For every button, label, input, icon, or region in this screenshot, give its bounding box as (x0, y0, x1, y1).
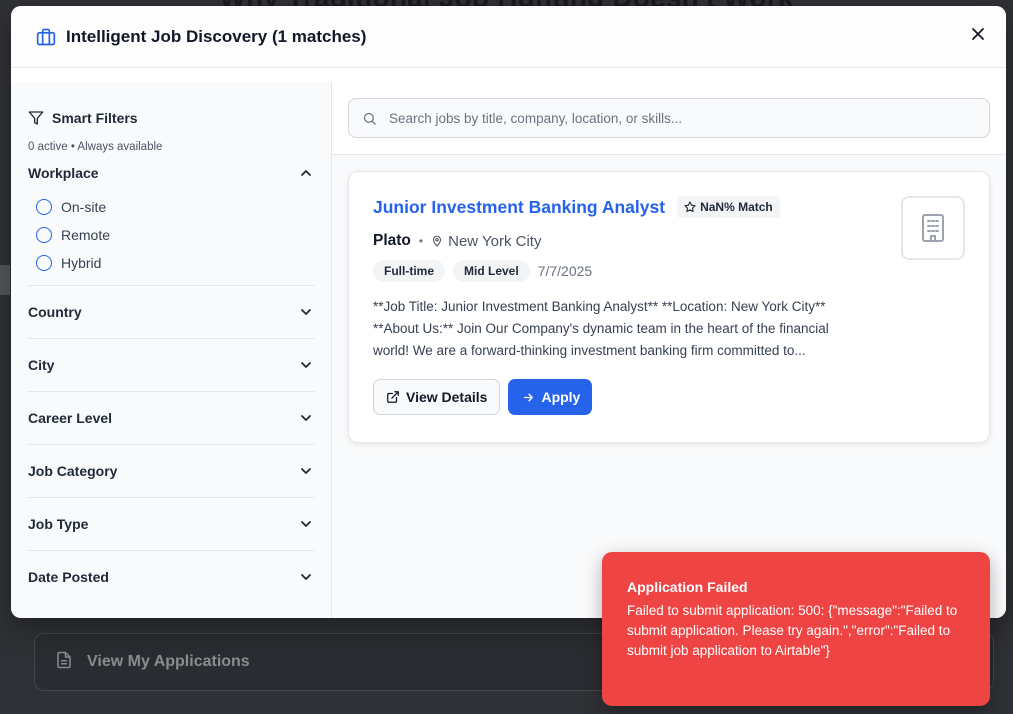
filter-section-title: Workplace (28, 165, 99, 181)
filter-section-header[interactable]: Job Type (28, 498, 315, 550)
filter-section-title: Job Category (28, 463, 118, 479)
job-description: **Job Title: Junior Investment Banking A… (373, 299, 829, 358)
job-discovery-modal: Intelligent Job Discovery (1 matches) Sm… (11, 6, 1006, 618)
filter-section-career-level: Career Level (28, 392, 315, 445)
option-label: Hybrid (61, 255, 102, 271)
filter-section-header[interactable]: Country (28, 286, 315, 338)
filters-title: Smart Filters (52, 110, 138, 126)
modal-body: Smart Filters 0 active • Always availabl… (11, 68, 1006, 618)
job-tags: Full-time Mid Level 7/7/2025 (373, 260, 965, 282)
filter-section-header[interactable]: Date Posted (28, 551, 315, 603)
radio-button[interactable] (36, 255, 52, 271)
chevron-down-icon (301, 521, 311, 527)
results-panel: Junior Investment Banking Analyst NaN% M… (332, 82, 1006, 618)
location-label: New York City (448, 232, 542, 250)
option-label: On-site (61, 199, 107, 215)
chevron-down-icon (301, 574, 311, 580)
search-input[interactable] (389, 110, 989, 126)
arrow-right-icon (524, 393, 534, 401)
toast-message: Failed to submit application: 500: {"mes… (627, 603, 958, 658)
filter-section-header[interactable]: City (28, 339, 315, 391)
toast-title: Application Failed (627, 579, 748, 595)
filters-subtitle: 0 active • Always available (28, 141, 163, 153)
job-title-link[interactable]: Junior Investment Banking Analyst (373, 197, 665, 218)
filter-section-title: City (28, 357, 55, 373)
workplace-option-remote[interactable]: Remote (36, 221, 315, 249)
chevron-down-icon (301, 362, 311, 368)
modal-title: Intelligent Job Discovery (1 matches) (66, 26, 367, 46)
filter-section-city: City (28, 339, 315, 392)
filters-sidebar: Smart Filters 0 active • Always availabl… (11, 82, 332, 618)
filter-section-title: Job Type (28, 516, 89, 532)
chevron-up-icon (301, 170, 311, 176)
chevron-down-icon (301, 415, 311, 421)
job-title-row: Junior Investment Banking Analyst NaN% M… (373, 196, 965, 218)
filter-section-header[interactable]: Workplace (28, 157, 315, 189)
search-icon (363, 112, 376, 125)
job-card: Junior Investment Banking Analyst NaN% M… (348, 171, 990, 443)
document-icon (55, 651, 73, 674)
filter-section-country: Country (28, 286, 315, 339)
chevron-down-icon (301, 468, 311, 474)
filter-section-title: Country (28, 304, 82, 320)
company-name: Plato (373, 232, 411, 249)
radio-button[interactable] (36, 199, 52, 215)
posted-date: 7/7/2025 (537, 263, 593, 279)
close-button[interactable] (968, 24, 988, 44)
workplace-options: On-site Remote Hybrid (28, 189, 315, 285)
filter-section-title: Career Level (28, 410, 113, 426)
briefcase-icon (36, 27, 56, 47)
filter-section-header[interactable]: Job Category (28, 445, 315, 497)
star-icon (684, 201, 696, 213)
job-type-tag: Full-time (373, 260, 445, 282)
close-icon (972, 28, 984, 40)
match-label: NaN% Match (700, 200, 773, 214)
filter-section-date-posted: Date Posted (28, 551, 315, 603)
error-toast: Application Failed Failed to submit appl… (602, 552, 990, 706)
filter-section-title: Date Posted (28, 569, 109, 585)
modal-header: Intelligent Job Discovery (1 matches) (11, 6, 1006, 68)
search-box (348, 98, 990, 138)
apply-button[interactable]: Apply (508, 379, 593, 415)
filter-section-workplace: Workplace On-site Remote Hybrid (28, 157, 315, 286)
view-details-label: View Details (406, 389, 488, 405)
workplace-option-hybrid[interactable]: Hybrid (36, 249, 315, 277)
job-actions: View Details Apply (373, 379, 965, 415)
radio-button[interactable] (36, 227, 52, 243)
job-location: New York City (431, 233, 541, 250)
building-icon (922, 214, 944, 242)
filter-icon (28, 111, 44, 125)
company-logo (901, 196, 965, 260)
background-edge (0, 265, 10, 295)
view-applications-label: View My Applications (87, 653, 250, 670)
apply-label: Apply (541, 389, 581, 405)
separator-dot: • (418, 234, 424, 248)
filter-section-job-type: Job Type (28, 498, 315, 551)
external-link-icon (387, 391, 399, 403)
filter-section-job-category: Job Category (28, 445, 315, 498)
job-results: Junior Investment Banking Analyst NaN% M… (332, 155, 1006, 618)
match-badge: NaN% Match (677, 196, 780, 218)
option-label: Remote (61, 227, 111, 243)
chevron-down-icon (301, 309, 311, 315)
filter-section-header[interactable]: Career Level (28, 392, 315, 444)
company-row: Plato • New York City (373, 232, 965, 250)
career-level-tag: Mid Level (453, 260, 530, 282)
view-details-button[interactable]: View Details (373, 379, 501, 415)
workplace-option-onsite[interactable]: On-site (36, 193, 315, 221)
search-bar (332, 82, 1006, 155)
filters-header: Smart Filters (28, 110, 315, 126)
map-pin-icon (433, 235, 442, 247)
